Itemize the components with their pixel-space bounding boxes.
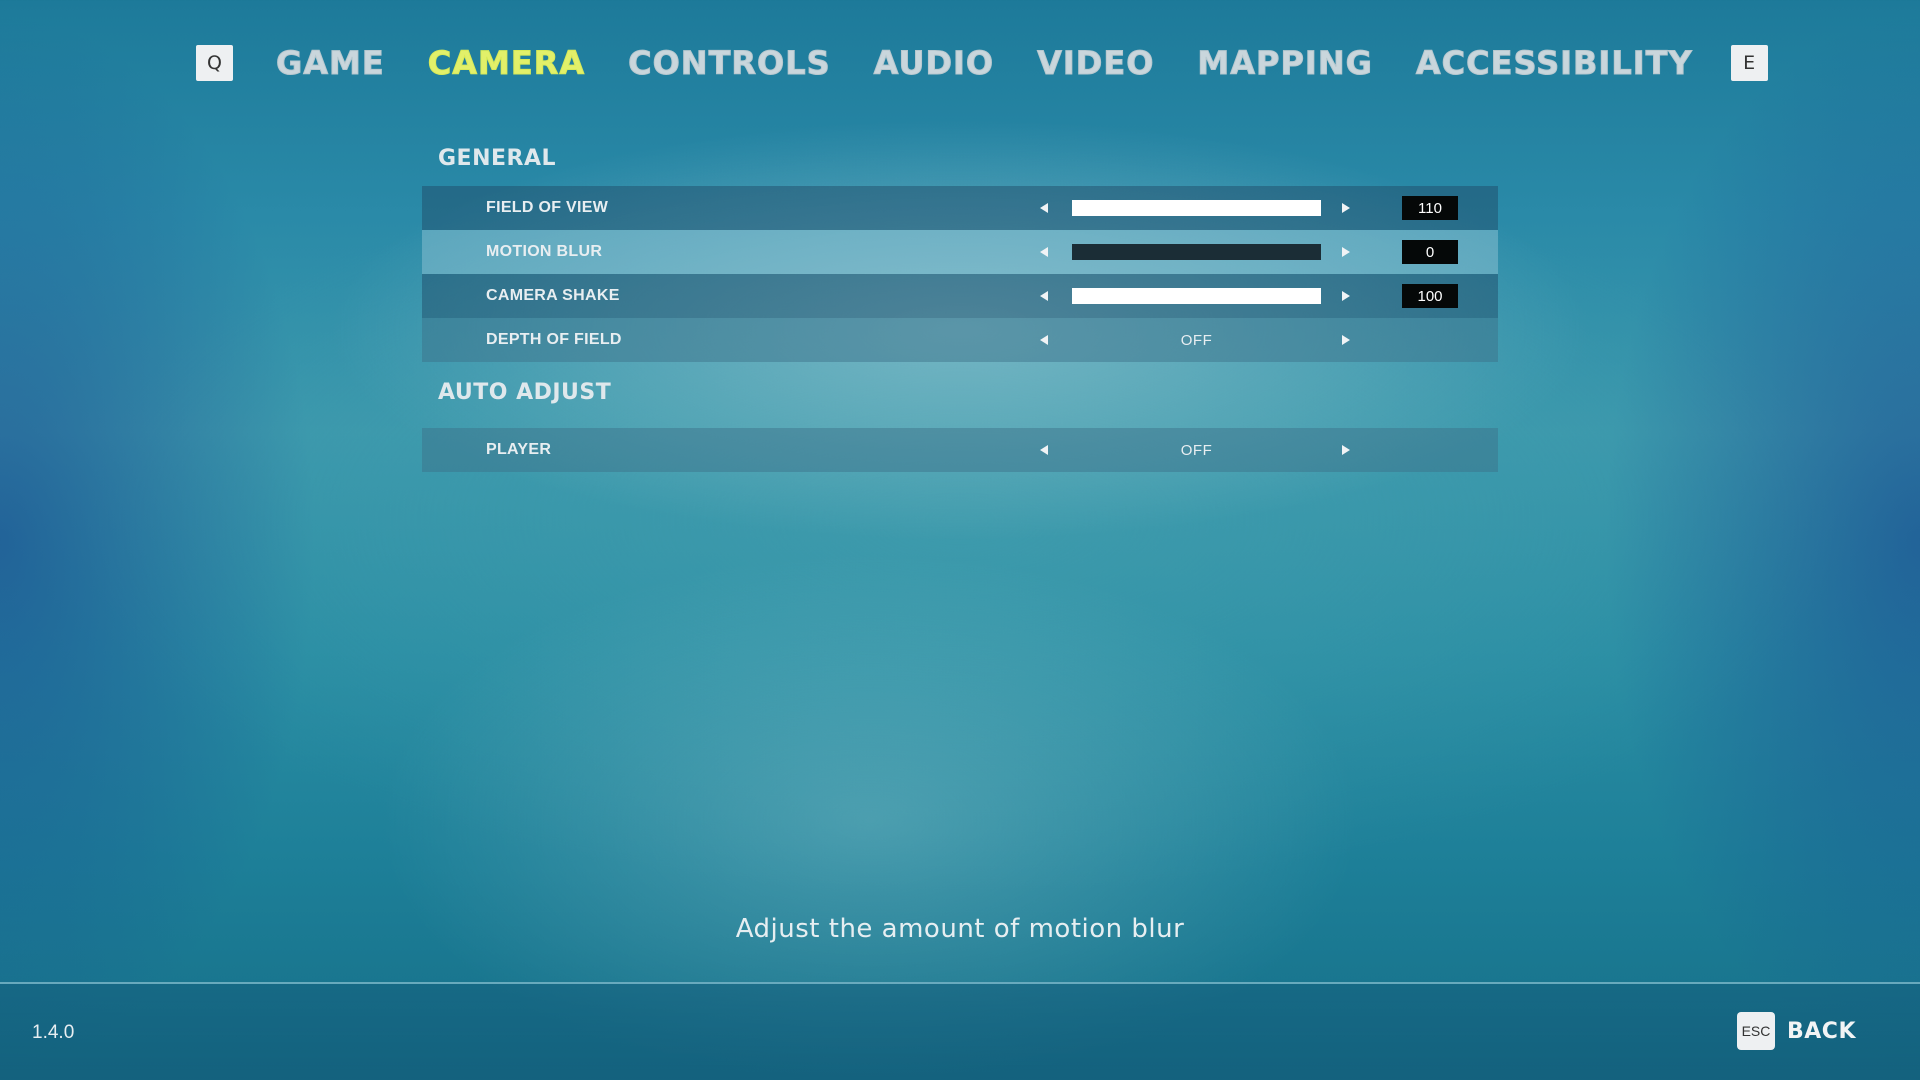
tab-controls[interactable]: CONTROLS xyxy=(628,44,831,83)
section-title-general: GENERAL xyxy=(438,146,557,171)
tab-game[interactable]: GAME xyxy=(276,44,385,83)
slider-fill xyxy=(1072,288,1321,304)
arrow-right-icon[interactable] xyxy=(1336,286,1356,306)
prev-tab-key[interactable]: Q xyxy=(196,45,233,81)
motion-blur-slider[interactable] xyxy=(1072,244,1321,260)
setting-label: CAMERA SHAKE xyxy=(486,287,620,304)
slider-fill xyxy=(1072,200,1321,216)
setting-label: DEPTH OF FIELD xyxy=(486,331,622,348)
setting-description: Adjust the amount of motion blur xyxy=(735,914,1185,944)
tab-video[interactable]: VIDEO xyxy=(1037,44,1154,83)
section-title-auto-adjust: AUTO ADJUST xyxy=(438,380,612,405)
version-label: 1.4.0 xyxy=(32,1022,75,1043)
back-button[interactable]: ESC BACK xyxy=(1737,1012,1856,1050)
setting-row-field-of-view[interactable]: FIELD OF VIEW 110 xyxy=(422,186,1498,230)
field-of-view-slider[interactable] xyxy=(1072,200,1321,216)
settings-tab-bar: Q GAME CAMERA CONTROLS AUDIO VIDEO MAPPI… xyxy=(196,36,1768,90)
setting-label: PLAYER xyxy=(486,441,552,458)
setting-option-value: OFF xyxy=(1180,331,1213,349)
arrow-left-icon[interactable] xyxy=(1034,198,1054,218)
next-tab-key[interactable]: E xyxy=(1730,45,1768,81)
setting-value: 100 xyxy=(1402,284,1458,308)
esc-key-icon: ESC xyxy=(1737,1012,1775,1050)
settings-panel: GENERAL FIELD OF VIEW 110 MOTION BLUR 0 … xyxy=(422,140,1498,472)
camera-shake-slider[interactable] xyxy=(1072,288,1321,304)
arrow-left-icon[interactable] xyxy=(1034,242,1054,262)
setting-row-depth-of-field[interactable]: DEPTH OF FIELD OFF xyxy=(422,318,1498,362)
setting-label: MOTION BLUR xyxy=(486,243,603,260)
setting-row-motion-blur[interactable]: MOTION BLUR 0 xyxy=(422,230,1498,274)
setting-label: FIELD OF VIEW xyxy=(486,199,609,216)
tab-accessibility[interactable]: ACCESSIBILITY xyxy=(1415,44,1693,83)
arrow-right-icon[interactable] xyxy=(1336,440,1356,460)
back-label: BACK xyxy=(1787,1018,1856,1044)
footer-bar: 1.4.0 ESC BACK xyxy=(0,982,1920,1080)
tab-mapping[interactable]: MAPPING xyxy=(1197,44,1372,83)
setting-option-value: OFF xyxy=(1180,441,1213,459)
setting-value: 0 xyxy=(1402,240,1458,264)
arrow-left-icon[interactable] xyxy=(1034,330,1054,350)
arrow-left-icon[interactable] xyxy=(1034,286,1054,306)
setting-row-player[interactable]: PLAYER OFF xyxy=(422,428,1498,472)
arrow-right-icon[interactable] xyxy=(1336,330,1356,350)
arrow-right-icon[interactable] xyxy=(1336,242,1356,262)
arrow-left-icon[interactable] xyxy=(1034,440,1054,460)
setting-value: 110 xyxy=(1402,196,1458,220)
tab-audio[interactable]: AUDIO xyxy=(873,44,994,83)
arrow-right-icon[interactable] xyxy=(1336,198,1356,218)
tab-camera[interactable]: CAMERA xyxy=(427,44,585,83)
setting-row-camera-shake[interactable]: CAMERA SHAKE 100 xyxy=(422,274,1498,318)
